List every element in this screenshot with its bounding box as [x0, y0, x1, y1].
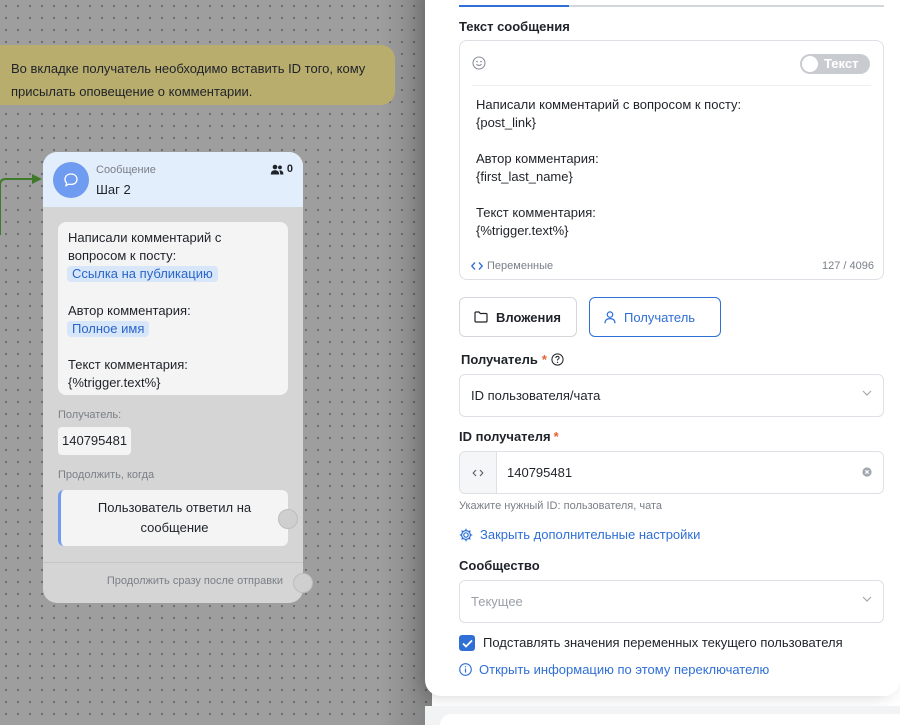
community-select-value: Текущее	[471, 594, 523, 609]
substitute-variables-label[interactable]: Подставлять значения переменных текущего…	[483, 635, 843, 651]
flow-connector-arrow	[0, 174, 42, 235]
message-section-title: Текст сообщения	[459, 19, 570, 34]
chevron-down-icon	[862, 390, 872, 396]
recipient-id-hint: Укажите нужный ID: пользователя, чата	[459, 500, 663, 512]
node-recipient-value: 140795481	[58, 427, 132, 455]
toggle-label: Текст	[824, 56, 859, 71]
clear-icon[interactable]	[862, 467, 872, 477]
recipient-type-select[interactable]: ID пользователя/чата	[459, 374, 884, 417]
close-advanced-settings-label: Закрыть дополнительные настройки	[480, 527, 701, 542]
message-node-header[interactable]: Сообщение Шаг 2 0	[43, 152, 303, 207]
preview-line: Автор комментария:	[68, 302, 191, 318]
variables-link[interactable]: Переменные	[471, 260, 553, 272]
recipient-button-label: Получатель	[624, 309, 696, 325]
chat-bubble-icon	[53, 162, 89, 198]
recipient-id-label: ID получателя *	[459, 429, 559, 444]
close-advanced-settings-link[interactable]: Закрыть дополнительные настройки	[459, 527, 700, 542]
node-type-label: Сообщение	[96, 164, 156, 176]
character-counter: 127 / 4096	[822, 260, 874, 272]
recipient-id-input[interactable]: 140795481	[459, 451, 884, 494]
editor-divider	[472, 85, 871, 86]
recipient-button[interactable]: Получатель	[589, 297, 721, 337]
info-icon	[459, 663, 472, 676]
node-title: Шаг 2	[96, 182, 131, 197]
condition-text: Пользователь ответил на сообщение	[97, 500, 252, 535]
toggle-info-link[interactable]: Открыть информацию по этому переключател…	[459, 662, 769, 677]
users-icon	[270, 164, 284, 174]
chevron-down-icon	[862, 596, 872, 602]
next-panel-edge	[440, 714, 900, 725]
emoji-icon[interactable]	[472, 56, 486, 75]
user-icon	[604, 310, 616, 323]
node-continue-label: Продолжить, когда	[58, 469, 155, 481]
checkmark-icon	[461, 639, 473, 648]
message-node[interactable]: Сообщение Шаг 2 0 Написали комментарий с…	[43, 152, 313, 603]
community-label: Сообщество	[459, 558, 540, 573]
variable-tag-post-link: Ссылка на публикацию	[67, 266, 218, 283]
toggle-info-label: Открыть информацию по этому переключател…	[479, 662, 770, 677]
sticky-note-text: Во вкладке получатель необходимо вставит…	[11, 61, 366, 99]
preview-line: Текст комментария:	[68, 357, 188, 373]
preview-line: Написали комментарий с вопросом к посту:	[68, 230, 222, 264]
recipient-field-label: Получатель *	[461, 352, 564, 367]
gear-icon	[459, 528, 473, 541]
preview-line: {%trigger.text%}	[68, 375, 161, 391]
message-editor[interactable]: Текст Написали комментарий с вопросом к …	[459, 40, 884, 280]
required-mark: *	[541, 352, 547, 367]
folder-icon	[474, 311, 488, 323]
recipient-type-value: ID пользователя/чата	[471, 388, 601, 403]
community-select[interactable]: Текущее	[459, 580, 884, 623]
variable-insert-button[interactable]	[460, 452, 497, 493]
substitute-variables-checkbox[interactable]	[459, 635, 475, 651]
toggle-knob	[802, 56, 818, 72]
recipient-id-value: 140795481	[507, 465, 573, 480]
node-condition-card[interactable]: Пользователь ответил на сообщение	[58, 490, 288, 546]
required-mark: *	[553, 429, 559, 444]
node-recipient-label: Получатель:	[58, 409, 122, 421]
variables-link-label: Переменные	[487, 260, 554, 272]
sticky-note[interactable]: Во вкладке получатель необходимо вставит…	[0, 45, 395, 105]
recipient-field-label-text: Получатель	[461, 352, 538, 367]
users-count-value: 0	[286, 163, 293, 175]
variable-tag-full-name: Полное имя	[67, 320, 150, 337]
recipient-id-label-text: ID получателя	[459, 429, 551, 444]
code-icon	[472, 469, 484, 476]
code-icon	[471, 262, 483, 270]
default-output-port[interactable]	[293, 573, 313, 593]
attachments-button-label: Вложения	[496, 309, 561, 325]
active-tab-indicator	[459, 5, 569, 7]
node-message-preview[interactable]: Написали комментарий с вопросом к посту:…	[58, 222, 288, 395]
node-footer-label: Продолжить сразу после отправки	[106, 575, 283, 587]
help-icon[interactable]	[551, 353, 564, 366]
attachments-button[interactable]: Вложения	[459, 297, 577, 337]
node-divider	[43, 562, 303, 563]
condition-output-port[interactable]	[278, 509, 298, 529]
node-users-count: 0	[270, 163, 293, 175]
text-mode-toggle[interactable]: Текст	[800, 54, 870, 74]
message-textarea[interactable]: Написали комментарий с вопросом к посту:…	[476, 96, 741, 240]
